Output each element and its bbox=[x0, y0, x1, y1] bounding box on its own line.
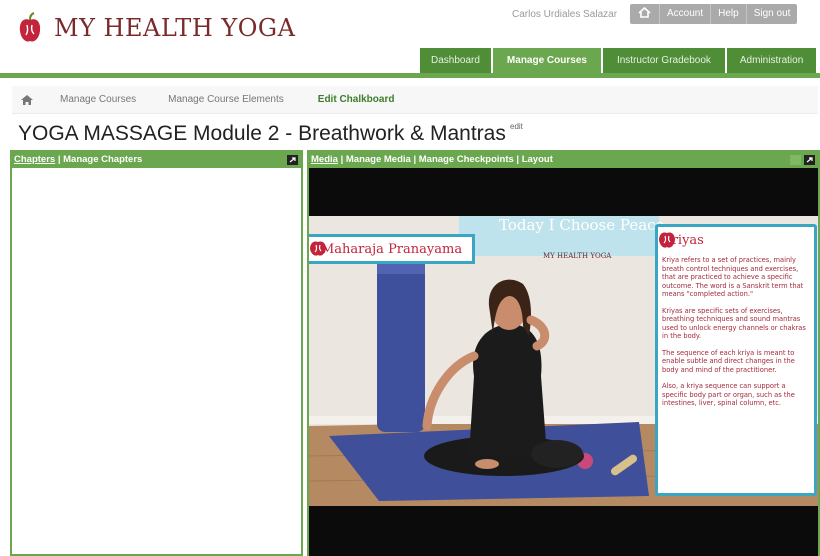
video-brand-text: MY HEALTH YOGA bbox=[543, 252, 612, 260]
info-paragraph: The sequence of each kriya is meant to e… bbox=[662, 348, 795, 374]
app-window: MY HEALTH YOGA Carlos Urdiales Salazar A… bbox=[0, 0, 820, 556]
breadcrumb-manage-courses[interactable]: Manage Courses bbox=[60, 94, 136, 105]
tab-manage-courses[interactable]: Manage Courses bbox=[492, 48, 601, 74]
breadcrumb: Manage Courses Manage Course Elements Ed… bbox=[12, 86, 818, 114]
sign-out-link[interactable]: Sign out bbox=[745, 4, 798, 24]
home-icon[interactable] bbox=[20, 94, 34, 106]
manage-chapters-link[interactable]: Manage Chapters bbox=[63, 154, 142, 165]
help-link[interactable]: Help bbox=[710, 4, 746, 24]
chapters-link[interactable]: Chapters bbox=[14, 154, 55, 165]
expand-icon[interactable] bbox=[287, 155, 298, 165]
media-panel-header: Media | Manage Media | Manage Checkpoint… bbox=[309, 152, 818, 168]
user-name: Carlos Urdiales Salazar bbox=[512, 9, 618, 20]
info-card: Kriyas Kriya refers to a set of practice… bbox=[655, 224, 817, 496]
separator: | bbox=[55, 154, 64, 165]
home-button[interactable] bbox=[630, 4, 659, 24]
manage-media-link[interactable]: Manage Media bbox=[346, 154, 411, 165]
pose-label: Maharaja Pranayama bbox=[321, 241, 463, 257]
apple-logo-icon bbox=[310, 241, 326, 256]
brand-name: MY HEALTH YOGA bbox=[54, 14, 296, 42]
chapters-panel-header: Chapters | Manage Chapters bbox=[12, 152, 301, 168]
separator: | bbox=[513, 154, 522, 165]
info-card-title: Kriyas bbox=[662, 233, 704, 248]
video-frame: Today I Choose Peace MY HEALTH YOGA Maha… bbox=[309, 216, 818, 506]
tab-administration[interactable]: Administration bbox=[726, 48, 817, 74]
apple-logo-icon bbox=[659, 232, 675, 248]
account-link[interactable]: Account bbox=[659, 4, 710, 24]
home-icon bbox=[638, 7, 651, 18]
breadcrumb-manage-course-elements[interactable]: Manage Course Elements bbox=[168, 94, 284, 105]
pose-label-card: Maharaja Pranayama bbox=[309, 234, 476, 264]
layout-link[interactable]: Layout bbox=[522, 154, 553, 165]
video-banner-text: Today I Choose Peace bbox=[499, 216, 665, 234]
page-title: YOGA MASSAGE Module 2 - Breathwork & Man… bbox=[18, 122, 506, 145]
media-panel: Media | Manage Media | Manage Checkpoint… bbox=[307, 150, 820, 556]
expand-icon[interactable] bbox=[804, 155, 815, 165]
tab-instructor-gradebook[interactable]: Instructor Gradebook bbox=[602, 48, 725, 74]
main-nav: Dashboard Manage Courses Instructor Grad… bbox=[418, 48, 817, 74]
separator: | bbox=[337, 154, 346, 165]
nav-underline bbox=[0, 73, 820, 78]
separator: | bbox=[410, 154, 419, 165]
media-link[interactable]: Media bbox=[311, 154, 338, 165]
info-paragraph: Also, a kriya sequence can support a spe… bbox=[662, 382, 795, 407]
info-paragraph: Kriya refers to a set of practices, main… bbox=[662, 256, 804, 298]
utility-bar: Account Help Sign out bbox=[630, 4, 798, 24]
info-paragraph: Kriyas are specific sets of exercises, b… bbox=[662, 306, 806, 341]
video-player[interactable]: Today I Choose Peace MY HEALTH YOGA Maha… bbox=[309, 168, 818, 556]
minimize-icon[interactable] bbox=[790, 155, 801, 165]
manage-checkpoints-link[interactable]: Manage Checkpoints bbox=[419, 154, 514, 165]
chapters-panel: Chapters | Manage Chapters bbox=[10, 150, 303, 556]
edit-title-link[interactable]: edit bbox=[510, 122, 523, 131]
breadcrumb-edit-chalkboard: Edit Chalkboard bbox=[317, 94, 395, 105]
brand-logo[interactable]: MY HEALTH YOGA bbox=[18, 12, 295, 44]
tab-dashboard[interactable]: Dashboard bbox=[420, 48, 491, 74]
apple-logo-icon bbox=[19, 12, 41, 42]
